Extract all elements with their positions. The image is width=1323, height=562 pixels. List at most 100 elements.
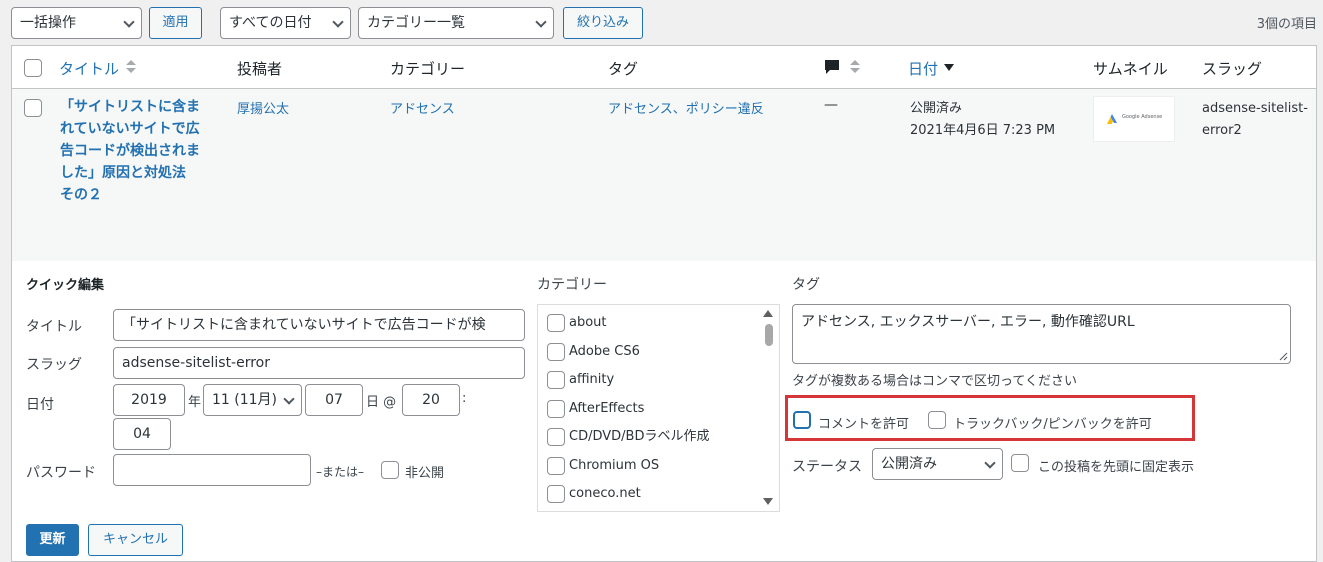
sort-icon[interactable] — [126, 60, 136, 74]
category-filter-value: カテゴリー一覧 — [367, 15, 465, 31]
private-label: 非公開 — [405, 466, 445, 481]
post-date-cell: 公開済み 2021年4月6日 7:23 PM — [910, 98, 1055, 142]
tags-heading: タグ — [792, 277, 820, 293]
allow-comments-checkbox[interactable] — [793, 411, 811, 429]
post-author-link[interactable]: 厚揚公太 — [237, 98, 289, 117]
column-slug-header: スラッグ — [1202, 60, 1263, 78]
select-all-checkbox[interactable] — [24, 59, 42, 77]
post-status: 公開済み — [910, 101, 963, 116]
bulk-action-value: 一括操作 — [20, 15, 76, 31]
update-button[interactable]: 更新 — [26, 524, 79, 556]
category-label: CD/DVD/BDラベル作成 — [569, 429, 710, 444]
private-checkbox[interactable] — [381, 461, 399, 479]
year-input[interactable]: 2019 — [113, 384, 185, 416]
column-thumbnail-header: サムネイル — [1093, 60, 1168, 78]
allow-comments-label: コメントを許可 — [818, 417, 910, 432]
post-slug-line: error2 — [1202, 123, 1242, 138]
column-title-header[interactable]: タイトル — [59, 58, 119, 79]
date-label: 日付 — [26, 397, 54, 413]
day-input[interactable]: 07 — [305, 384, 363, 416]
allow-pings-label: トラックバック/ピンバックを許可 — [953, 417, 1152, 432]
resize-handle-icon[interactable] — [1279, 352, 1288, 361]
category-checkbox[interactable] — [547, 400, 565, 418]
post-title-line: 告コードが検出されま — [60, 143, 200, 159]
day-suffix: 日 @ — [366, 395, 397, 410]
category-checkbox[interactable] — [547, 457, 565, 475]
column-date-header[interactable]: 日付 — [908, 58, 938, 79]
post-title-line: れていないサイトで広 — [60, 121, 200, 137]
sort-desc-icon[interactable] — [944, 60, 954, 74]
category-label: Adobe CS6 — [569, 344, 640, 359]
chevron-down-icon — [283, 393, 295, 405]
filter-button[interactable]: 絞り込み — [563, 7, 643, 39]
sticky-label: この投稿を先頭に固定表示 — [1038, 460, 1195, 475]
tags-textarea[interactable]: アドセンス, エックスサーバー, エラー, 動作確認URL — [792, 304, 1291, 364]
year-suffix: 年 — [188, 395, 202, 410]
password-label: パスワード — [26, 465, 96, 481]
tags-value: アドセンス, エックスサーバー, エラー, 動作確認URL — [801, 314, 1135, 330]
chevron-down-icon — [535, 16, 547, 28]
sort-icon[interactable] — [850, 60, 860, 74]
category-checkbox[interactable] — [547, 343, 565, 361]
category-checkbox[interactable] — [547, 428, 565, 446]
apply-button[interactable]: 適用 — [149, 7, 202, 39]
or-label: –または– — [316, 465, 365, 479]
post-thumbnail: Google Adsense — [1093, 96, 1175, 142]
time-colon: : — [462, 391, 467, 406]
post-slug-line: adsense-sitelist- — [1202, 101, 1308, 116]
month-value: 11 (11月) — [212, 392, 278, 408]
post-title-line: その２ — [60, 187, 102, 203]
hour-input[interactable]: 20 — [402, 384, 460, 416]
scroll-down-arrow-icon[interactable] — [763, 498, 773, 505]
chevron-down-icon — [123, 16, 135, 28]
category-label: Chromium OS — [569, 458, 660, 473]
post-comments-count: — — [824, 97, 838, 113]
month-select[interactable]: 11 (11月) — [203, 384, 302, 416]
post-date: 2021年4月6日 7:23 PM — [910, 123, 1056, 138]
category-label: coneco.net — [569, 486, 641, 501]
adsense-logo-icon — [1107, 114, 1117, 124]
post-title-line: した」原因と対処法 — [60, 165, 186, 181]
post-tags-link[interactable]: アドセンス、ポリシー違反 — [608, 98, 764, 117]
status-label: ステータス — [792, 459, 862, 475]
scrollbar-thumb[interactable] — [765, 324, 773, 346]
date-filter-value: すべての日付 — [229, 15, 312, 31]
password-input[interactable] — [113, 454, 311, 486]
row-checkbox[interactable] — [24, 99, 42, 117]
column-author-header: 投稿者 — [237, 60, 283, 78]
quick-edit-heading: クイック編集 — [26, 278, 105, 293]
chevron-down-icon — [332, 16, 344, 28]
category-label: about — [569, 315, 607, 330]
slug-input[interactable]: adsense-sitelist-error — [113, 347, 525, 379]
category-filter-select[interactable]: カテゴリー一覧 — [358, 7, 554, 39]
thumbnail-caption: Google Adsense — [1122, 114, 1163, 120]
scroll-up-arrow-icon[interactable] — [763, 310, 773, 317]
category-label: AfterEffects — [569, 401, 645, 416]
items-count: 3個の項目 — [1256, 17, 1317, 32]
column-tags-header: タグ — [608, 60, 639, 78]
column-categories-header: カテゴリー — [390, 60, 466, 78]
comment-bubble-icon — [825, 60, 839, 74]
slug-label: スラッグ — [26, 357, 82, 373]
cancel-button[interactable]: キャンセル — [88, 524, 183, 556]
minute-input[interactable]: 04 — [113, 418, 171, 450]
date-filter-select[interactable]: すべての日付 — [220, 7, 351, 39]
chevron-down-icon — [984, 457, 996, 469]
categories-heading: カテゴリー — [537, 277, 607, 293]
post-category-link[interactable]: アドセンス — [390, 98, 455, 117]
title-input[interactable]: 「サイトリストに含まれていないサイトで広告コードが検 — [113, 309, 525, 341]
category-label: affinity — [569, 372, 615, 387]
title-label: タイトル — [26, 319, 82, 335]
status-value: 公開済み — [881, 456, 937, 472]
category-checkbox[interactable] — [547, 314, 565, 332]
sticky-checkbox[interactable] — [1011, 454, 1029, 472]
category-checkbox[interactable] — [547, 371, 565, 389]
post-slug: adsense-sitelist- error2 — [1202, 98, 1308, 142]
status-select[interactable]: 公開済み — [872, 448, 1003, 480]
category-checkbox[interactable] — [547, 485, 565, 503]
tags-hint: タグが複数ある場合はコンマで区切ってください — [792, 374, 1077, 389]
post-title-link[interactable]: 「サイトリストに含ま れていないサイトで広 告コードが検出されま した」原因と対… — [60, 96, 230, 206]
allow-pings-checkbox[interactable] — [928, 411, 946, 429]
post-title-line: 「サイトリストに含ま — [60, 99, 200, 115]
bulk-action-select[interactable]: 一括操作 — [11, 7, 142, 39]
